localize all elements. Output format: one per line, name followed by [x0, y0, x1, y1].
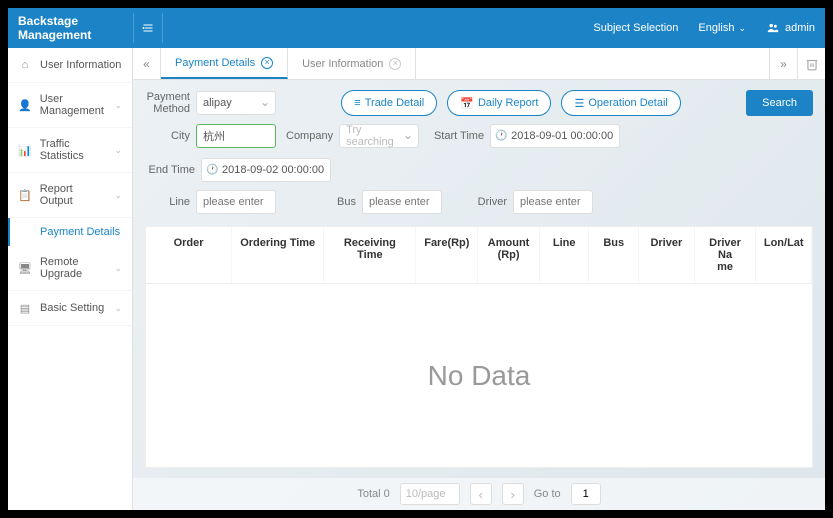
end-time-label: End Time: [145, 164, 195, 176]
company-label: Company: [286, 130, 333, 142]
chevron-down-icon: ⌄: [114, 263, 122, 274]
list-icon: ☰: [574, 97, 584, 110]
start-time-input[interactable]: [490, 124, 620, 148]
page-size-select[interactable]: 10/page: [400, 483, 460, 505]
column-line: Line: [540, 227, 590, 283]
pagination: Total 0 10/page ‹ › Go to: [133, 478, 825, 510]
tab-payment-details[interactable]: Payment Details ×: [161, 48, 288, 79]
city-input[interactable]: [196, 124, 276, 148]
sidebar-item-label: Basic Setting: [40, 302, 104, 314]
trade-detail-button[interactable]: ≡ Trade Detail: [341, 90, 437, 116]
data-table: Order Ordering Time Receiving Time Fare(…: [145, 226, 813, 468]
language-selector[interactable]: English ⌄: [698, 22, 746, 34]
start-time-label: Start Time: [429, 130, 484, 142]
column-driver: Driver: [639, 227, 695, 283]
sidebar-item-report-output[interactable]: 📋 Report Output ⌄: [8, 173, 132, 218]
column-receiving-time: Receiving Time: [324, 227, 416, 283]
trash-icon: [805, 57, 819, 71]
company-select[interactable]: Try searching: [339, 124, 419, 148]
goto-label: Go to: [534, 488, 561, 500]
driver-label: Driver: [472, 196, 507, 208]
sidebar: ⌂ User Information 👤 User Management ⌄ 📊…: [8, 48, 133, 510]
settings-icon: ▤: [18, 301, 32, 315]
table-header: Order Ordering Time Receiving Time Fare(…: [146, 227, 812, 284]
tabs-collapse-button[interactable]: «: [133, 48, 161, 79]
detail-icon: ≡: [354, 97, 360, 109]
sidebar-item-label: Remote Upgrade: [40, 256, 106, 280]
chevron-down-icon: ⌄: [738, 23, 746, 34]
total-label: Total 0: [357, 488, 389, 500]
operation-detail-button[interactable]: ☰ Operation Detail: [561, 90, 680, 116]
bus-input[interactable]: [362, 190, 442, 214]
sidebar-toggle-button[interactable]: [133, 13, 163, 43]
sidebar-item-remote-upgrade[interactable]: 🖥 Remote Upgrade ⌄: [8, 246, 132, 291]
menu-icon: [142, 21, 154, 35]
column-fare: Fare(Rp): [416, 227, 478, 283]
sidebar-item-traffic-statistics[interactable]: 📊 Traffic Statistics ⌄: [8, 128, 132, 173]
prev-page-button[interactable]: ‹: [470, 483, 492, 505]
close-icon[interactable]: ×: [389, 58, 401, 70]
column-bus: Bus: [589, 227, 639, 283]
next-page-button[interactable]: ›: [502, 483, 524, 505]
app-header: Backstage Management Subject Selection E…: [8, 8, 825, 48]
calendar-icon: 📅: [460, 97, 474, 110]
tabs-expand-button[interactable]: »: [769, 48, 797, 79]
line-label: Line: [145, 196, 190, 208]
bus-label: Bus: [326, 196, 356, 208]
brand-title: Backstage Management: [18, 14, 133, 42]
close-icon[interactable]: ×: [261, 57, 273, 69]
column-lonlat: Lon/Lat: [756, 227, 812, 283]
user-icon: 👤: [18, 98, 32, 112]
no-data-text: No Data: [428, 360, 531, 392]
monitor-icon: 🖥: [18, 261, 32, 275]
goto-page-input[interactable]: [571, 483, 601, 505]
users-icon: [766, 21, 780, 35]
city-label: City: [145, 130, 190, 142]
tab-label: User Information: [302, 58, 383, 70]
language-label: English: [698, 22, 734, 34]
user-menu[interactable]: admin: [766, 21, 815, 35]
sidebar-subitem-payment-details[interactable]: Payment Details: [8, 218, 132, 246]
chevron-down-icon: ⌄: [114, 303, 122, 314]
driver-input[interactable]: [513, 190, 593, 214]
sidebar-subitem-label: Payment Details: [40, 226, 120, 238]
chevron-down-icon: ⌄: [114, 145, 122, 156]
payment-method-label: Payment Method: [145, 91, 190, 115]
sidebar-item-label: Traffic Statistics: [40, 138, 107, 162]
line-input[interactable]: [196, 190, 276, 214]
report-icon: 📋: [18, 188, 32, 202]
chevron-down-icon: ⌄: [114, 190, 122, 201]
sidebar-item-user-information[interactable]: ⌂ User Information: [8, 48, 132, 83]
sidebar-item-basic-setting[interactable]: ▤ Basic Setting ⌄: [8, 291, 132, 326]
tab-user-information[interactable]: User Information ×: [288, 48, 416, 79]
subject-selection-link[interactable]: Subject Selection: [593, 22, 678, 34]
column-order: Order: [146, 227, 232, 283]
sidebar-item-label: User Management: [40, 93, 107, 117]
column-ordering-time: Ordering Time: [232, 227, 324, 283]
search-button[interactable]: Search: [746, 90, 813, 116]
tab-label: Payment Details: [175, 57, 255, 69]
tab-bar: « Payment Details × User Information × »: [133, 48, 825, 80]
column-amount: Amount(Rp): [478, 227, 540, 283]
column-driver-name: Driver Name: [695, 227, 757, 283]
sidebar-item-label: Report Output: [40, 183, 107, 207]
home-icon: ⌂: [18, 58, 32, 72]
sidebar-item-user-management[interactable]: 👤 User Management ⌄: [8, 83, 132, 128]
username-label: admin: [785, 22, 815, 34]
daily-report-button[interactable]: 📅 Daily Report: [447, 90, 551, 116]
stats-icon: 📊: [18, 143, 32, 157]
tabs-delete-button[interactable]: [797, 48, 825, 79]
sidebar-item-label: User Information: [40, 59, 121, 71]
table-body: No Data: [146, 284, 812, 467]
end-time-input[interactable]: [201, 158, 331, 182]
payment-method-select[interactable]: alipay: [196, 91, 276, 115]
chevron-down-icon: ⌄: [114, 100, 122, 111]
